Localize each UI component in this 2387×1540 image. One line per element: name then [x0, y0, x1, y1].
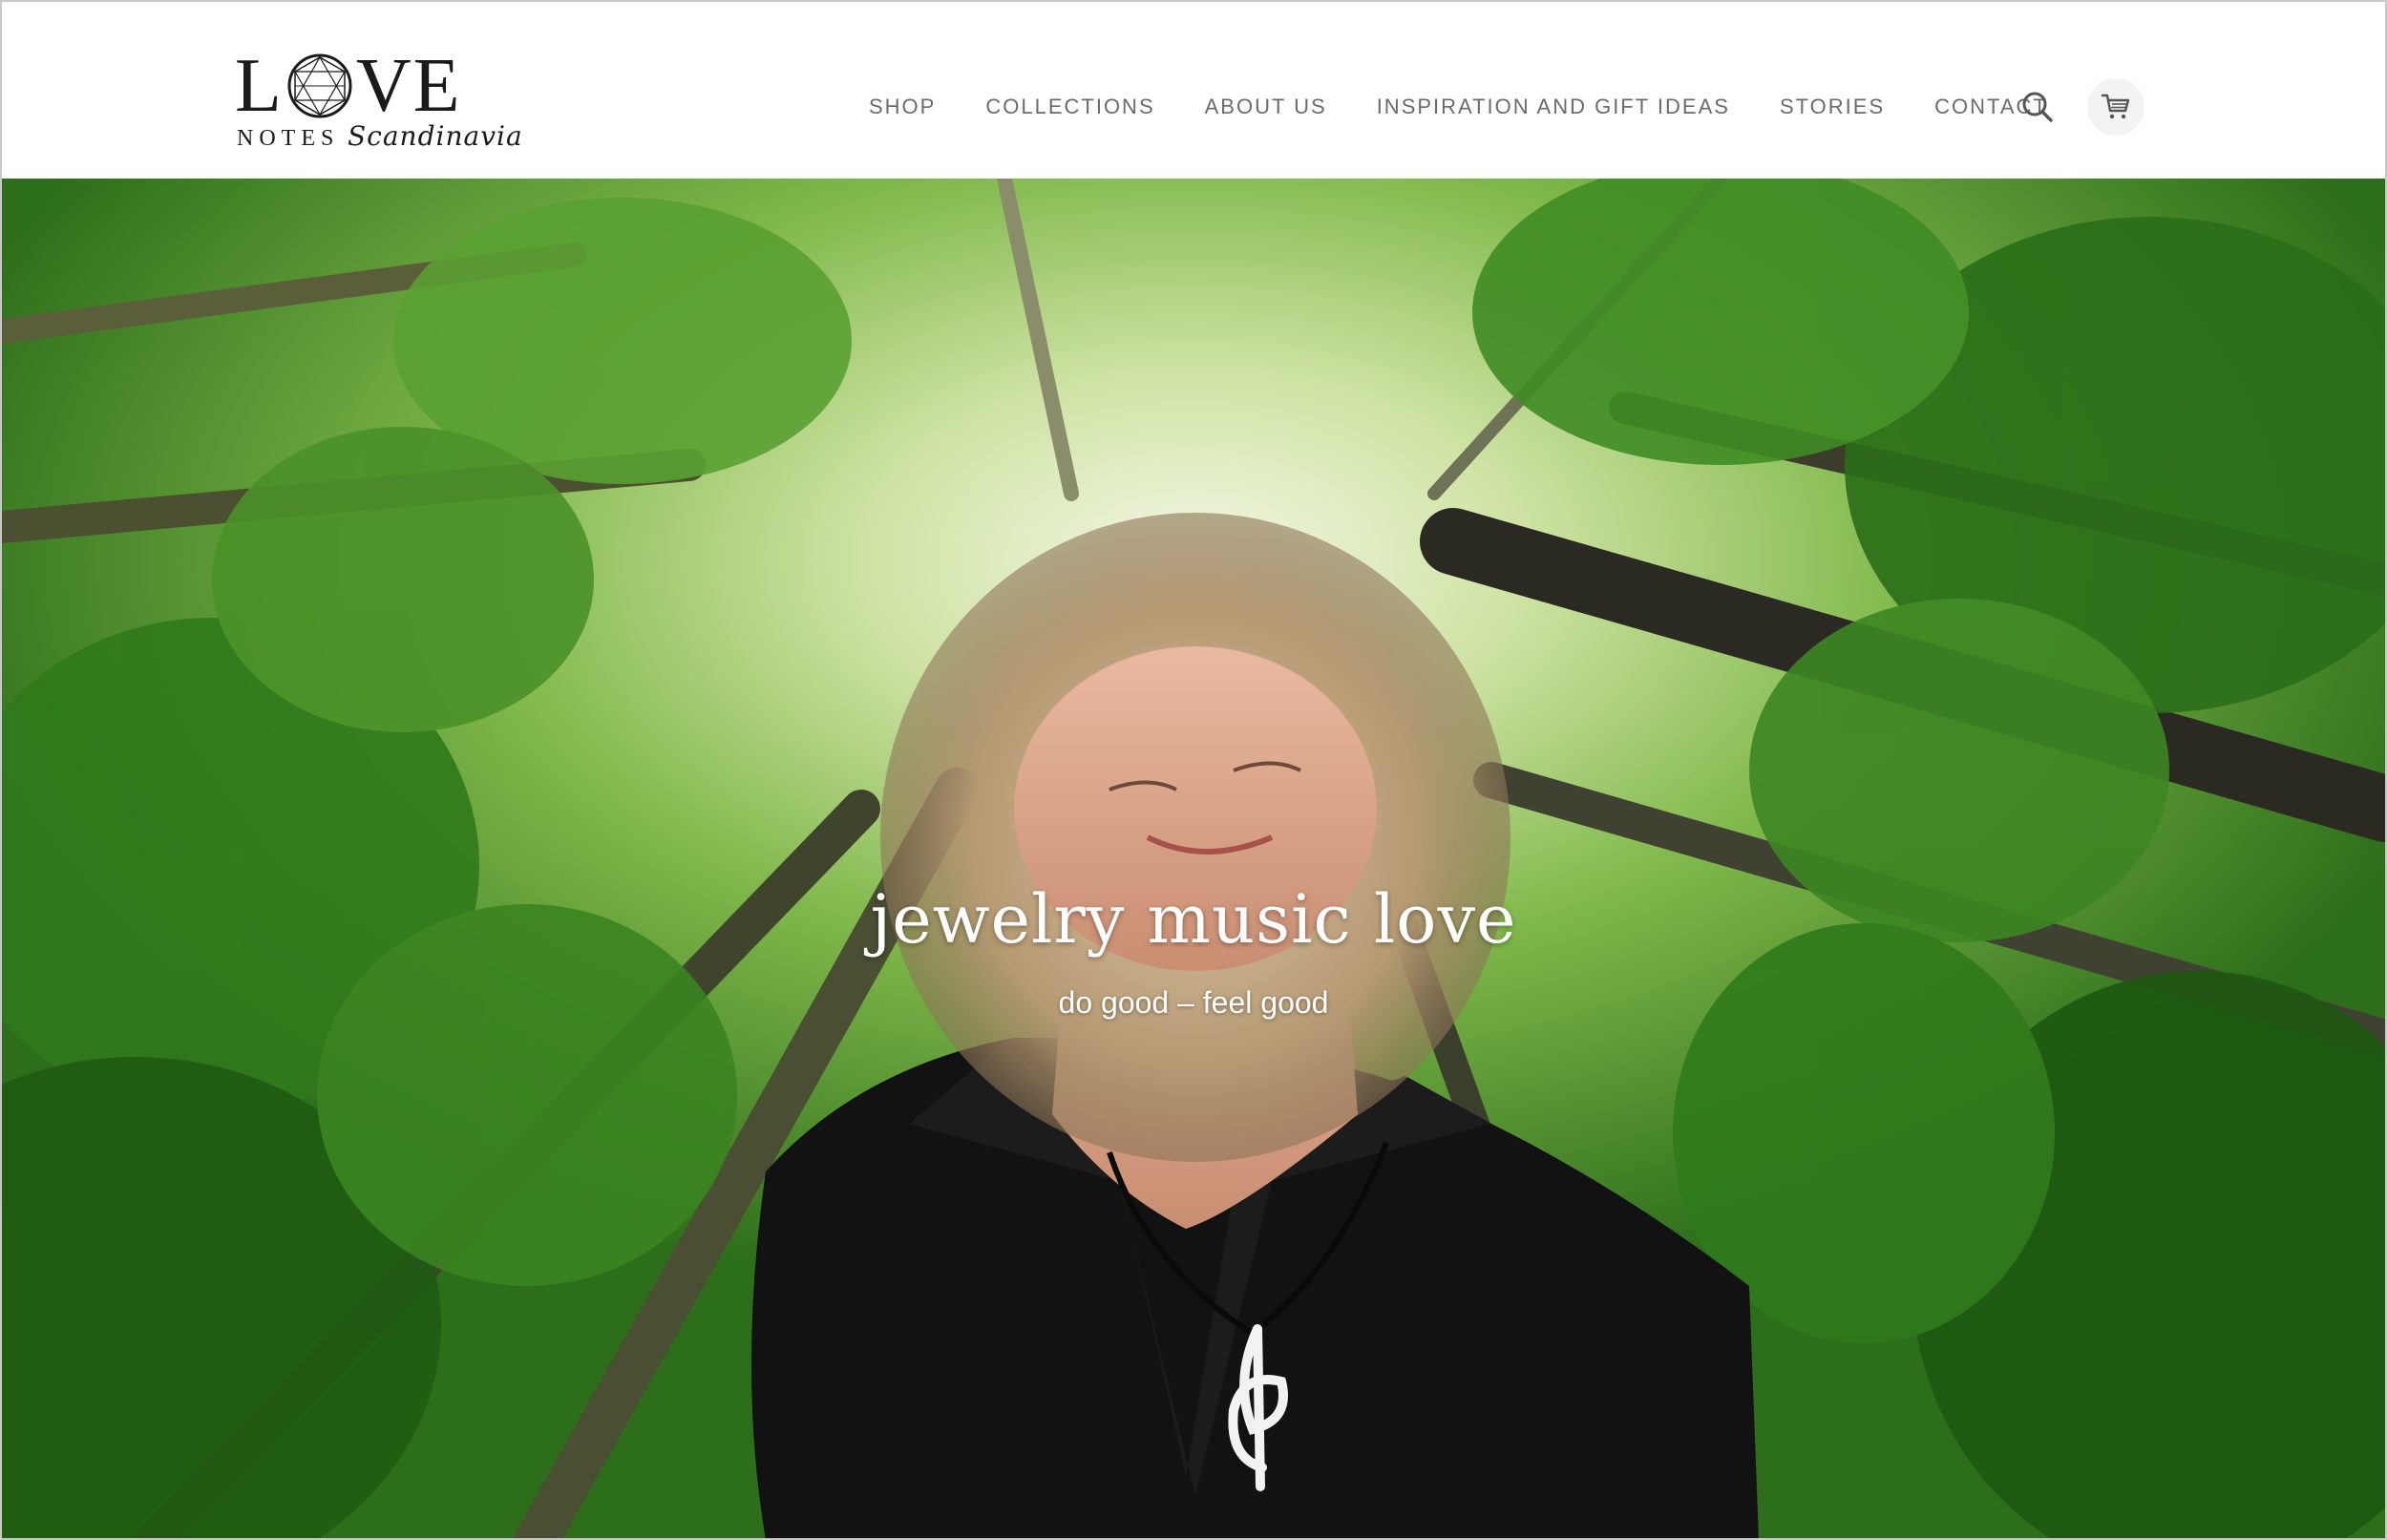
logo-letter-l: L	[235, 44, 284, 128]
logo-notes: NOTES	[237, 126, 340, 151]
search-icon	[2022, 92, 2053, 122]
cart-icon	[2101, 94, 2130, 119]
diamond-icon	[287, 53, 352, 118]
page: L VE NOTES Scandinavia SHOP COLLECTIONS …	[0, 0, 2387, 1540]
brand-logo[interactable]: L VE NOTES Scandinavia	[235, 44, 522, 158]
hero-image	[2, 179, 2385, 1538]
cart-button[interactable]	[2087, 78, 2144, 136]
nav-collections[interactable]: COLLECTIONS	[985, 95, 1154, 119]
nav-about-us[interactable]: ABOUT US	[1205, 95, 1327, 119]
hero-subtitle: do good – feel good	[1058, 985, 1329, 1020]
nav-stories[interactable]: STORIES	[1780, 95, 1885, 119]
site-header: L VE NOTES Scandinavia SHOP COLLECTIONS …	[2, 2, 2385, 179]
logo-wordmark: L VE	[235, 44, 462, 128]
logo-script: Scandinavia	[348, 120, 523, 152]
search-button[interactable]	[2018, 88, 2057, 126]
main-nav: SHOP COLLECTIONS ABOUT US INSPIRATION AN…	[869, 90, 2098, 124]
nav-inspiration[interactable]: INSPIRATION AND GIFT IDEAS	[1377, 95, 1730, 119]
hero-title: jewelry music love	[870, 880, 1517, 959]
nav-shop[interactable]: SHOP	[869, 95, 936, 119]
hero-banner: jewelry music love do good – feel good	[2, 179, 2385, 1538]
logo-letters-ve: VE	[355, 44, 462, 128]
